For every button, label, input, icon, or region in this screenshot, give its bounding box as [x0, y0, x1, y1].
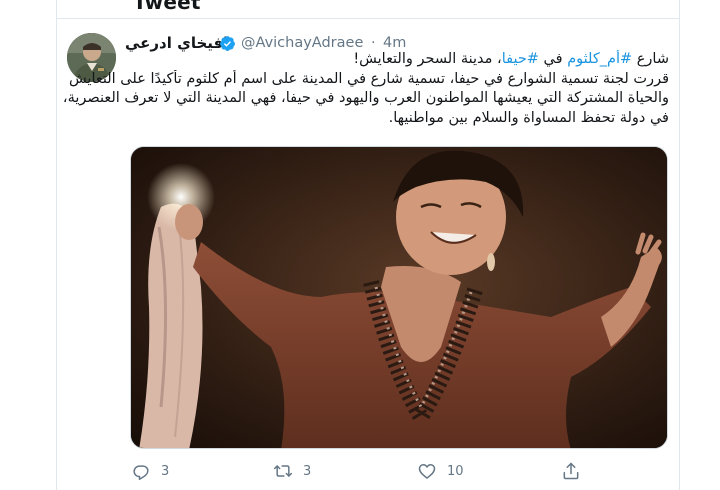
tweet-actions: 3 3 10 — [125, 459, 670, 485]
text-fragment: ، مدينة السحر والتعايش! — [353, 51, 502, 67]
hashtag-link[interactable]: #حيفا — [502, 51, 539, 67]
column-right-border — [679, 0, 680, 490]
author-handle[interactable]: @AvichayAdraee — [241, 35, 363, 51]
like-button[interactable]: 10 — [417, 459, 464, 483]
share-button[interactable] — [561, 459, 581, 483]
text-fragment: في — [538, 51, 568, 67]
tweet-text-line-4: في دولة تحفظ المساواة والسلام بين مواطني… — [388, 109, 669, 126]
reply-button[interactable]: 3 — [131, 459, 169, 483]
reply-count: 3 — [161, 463, 170, 479]
hashtag-link[interactable]: #أم_كلثوم — [567, 51, 632, 67]
meta-separator: · — [371, 35, 376, 51]
tweet-text-line-3: والحياة المشتركة التي يعيشها المواطنون ا… — [62, 90, 669, 106]
text-fragment: شارع — [632, 51, 669, 67]
share-icon — [563, 462, 579, 480]
tweet-text-line-2: قررت لجنة تسمية الشوارع في حيفا، تسمية ش… — [68, 70, 669, 87]
heart-icon — [418, 464, 436, 479]
reply-icon — [133, 465, 149, 480]
tweet-timestamp[interactable]: 4m — [383, 35, 406, 51]
retweet-count: 3 — [303, 463, 312, 479]
page-title: Tweet — [133, 0, 201, 14]
like-count: 10 — [447, 463, 464, 479]
retweet-icon — [273, 465, 293, 477]
tweet-text: شارع #أم_كلثوم في #حيفا، مدينة السحر وال… — [57, 50, 669, 128]
timeline-column: Tweet افيخاي ادرعي @AvichayAdraee · 4m ش… — [0, 0, 720, 490]
retweet-button[interactable]: 3 — [273, 459, 311, 483]
tweet-text-line-1: شارع #أم_كلثوم في #حيفا، مدينة السحر وال… — [57, 50, 669, 70]
tweet-photo[interactable] — [130, 146, 668, 449]
tweet-card[interactable]: افيخاي ادرعي @AvichayAdraee · 4m شارع #أ… — [57, 19, 679, 490]
